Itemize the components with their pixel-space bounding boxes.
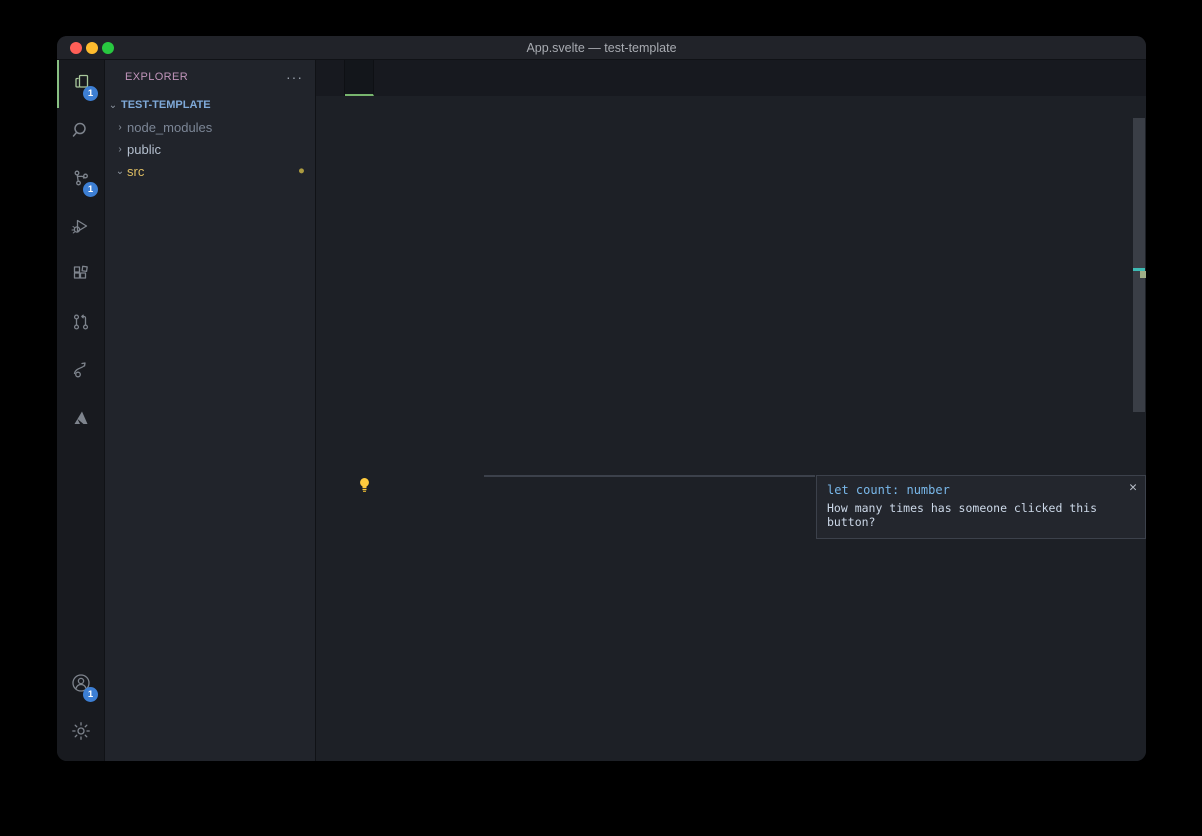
editor-actions <box>1134 60 1146 96</box>
code-editor[interactable]: let count: number How many times has som… <box>316 118 1146 761</box>
minimize-window-button[interactable] <box>86 42 98 54</box>
file-tree: ›node_modules›public⌄src● <box>105 116 315 182</box>
source-control-badge: 1 <box>83 182 98 197</box>
settings-icon <box>70 720 92 747</box>
activity-item-settings[interactable] <box>57 709 105 757</box>
live-share-icon <box>70 359 92 386</box>
window-title: App.svelte — test-template <box>526 41 676 55</box>
editor-scrollbar[interactable] <box>1132 118 1146 761</box>
explorer-sidebar: EXPLORER ··· ⌄ TEST-TEMPLATE ›node_modul… <box>105 60 316 761</box>
tree-item-label: node_modules <box>127 120 315 135</box>
activity-item-source-control[interactable]: 1 <box>57 156 105 204</box>
tree-item-src[interactable]: ⌄src● <box>105 160 315 182</box>
zoom-window-button[interactable] <box>102 42 114 54</box>
breadcrumb <box>316 96 1146 118</box>
tab-welcome[interactable] <box>316 60 345 96</box>
github-pull-requests-icon <box>70 311 92 338</box>
close-icon[interactable]: ✕ <box>1129 480 1137 495</box>
suggest-signature: let count: number <box>827 483 950 497</box>
explorer-more-actions-icon[interactable]: ··· <box>286 69 303 85</box>
activity-item-extensions[interactable] <box>57 252 105 300</box>
suggest-widget <box>484 475 815 477</box>
workspace-section-label: TEST-TEMPLATE <box>121 99 211 111</box>
tree-item-node-modules[interactable]: ›node_modules <box>105 116 315 138</box>
azure-icon <box>70 407 92 434</box>
extensions-icon <box>70 263 92 290</box>
activity-bar: 1 1 1 <box>57 60 105 761</box>
run-and-debug-icon <box>70 215 92 242</box>
explorer-header: EXPLORER ··· <box>105 60 315 94</box>
search-icon <box>70 119 92 146</box>
explorer-badge: 1 <box>83 86 98 101</box>
activity-item-azure[interactable] <box>57 396 105 444</box>
tree-item-label: public <box>127 142 315 157</box>
tab-bar <box>316 60 1146 96</box>
activity-item-run-and-debug[interactable] <box>57 204 105 252</box>
suggest-description: How many times has someone clicked this … <box>827 501 1145 529</box>
scrollbar-thumb[interactable] <box>1133 118 1145 412</box>
close-window-button[interactable] <box>70 42 82 54</box>
title-bar[interactable]: App.svelte — test-template <box>57 36 1146 60</box>
explorer-title: EXPLORER <box>125 71 286 83</box>
accounts-badge: 1 <box>83 687 98 702</box>
activity-item-github-pull-requests[interactable] <box>57 300 105 348</box>
chevron-down-icon: ⌄ <box>105 100 121 111</box>
suggest-details-panel: let count: number How many times has som… <box>816 475 1146 539</box>
vscode-window: App.svelte — test-template 1 1 1 EXPLORER … <box>57 36 1146 761</box>
editor-column: let count: number How many times has som… <box>316 60 1146 761</box>
overview-ruler-decoration <box>1140 271 1146 278</box>
tab-app-svelte[interactable] <box>345 60 374 96</box>
workspace-section-header[interactable]: ⌄ TEST-TEMPLATE <box>105 94 315 116</box>
activity-item-live-share[interactable] <box>57 348 105 396</box>
modified-dot-badge: ● <box>298 165 305 177</box>
tree-item-public[interactable]: ›public <box>105 138 315 160</box>
lightbulb-icon[interactable] <box>358 477 371 496</box>
activity-item-search[interactable] <box>57 108 105 156</box>
activity-item-explorer[interactable]: 1 <box>57 60 105 108</box>
tree-item-label: src <box>127 164 298 179</box>
activity-item-accounts[interactable]: 1 <box>57 661 105 709</box>
